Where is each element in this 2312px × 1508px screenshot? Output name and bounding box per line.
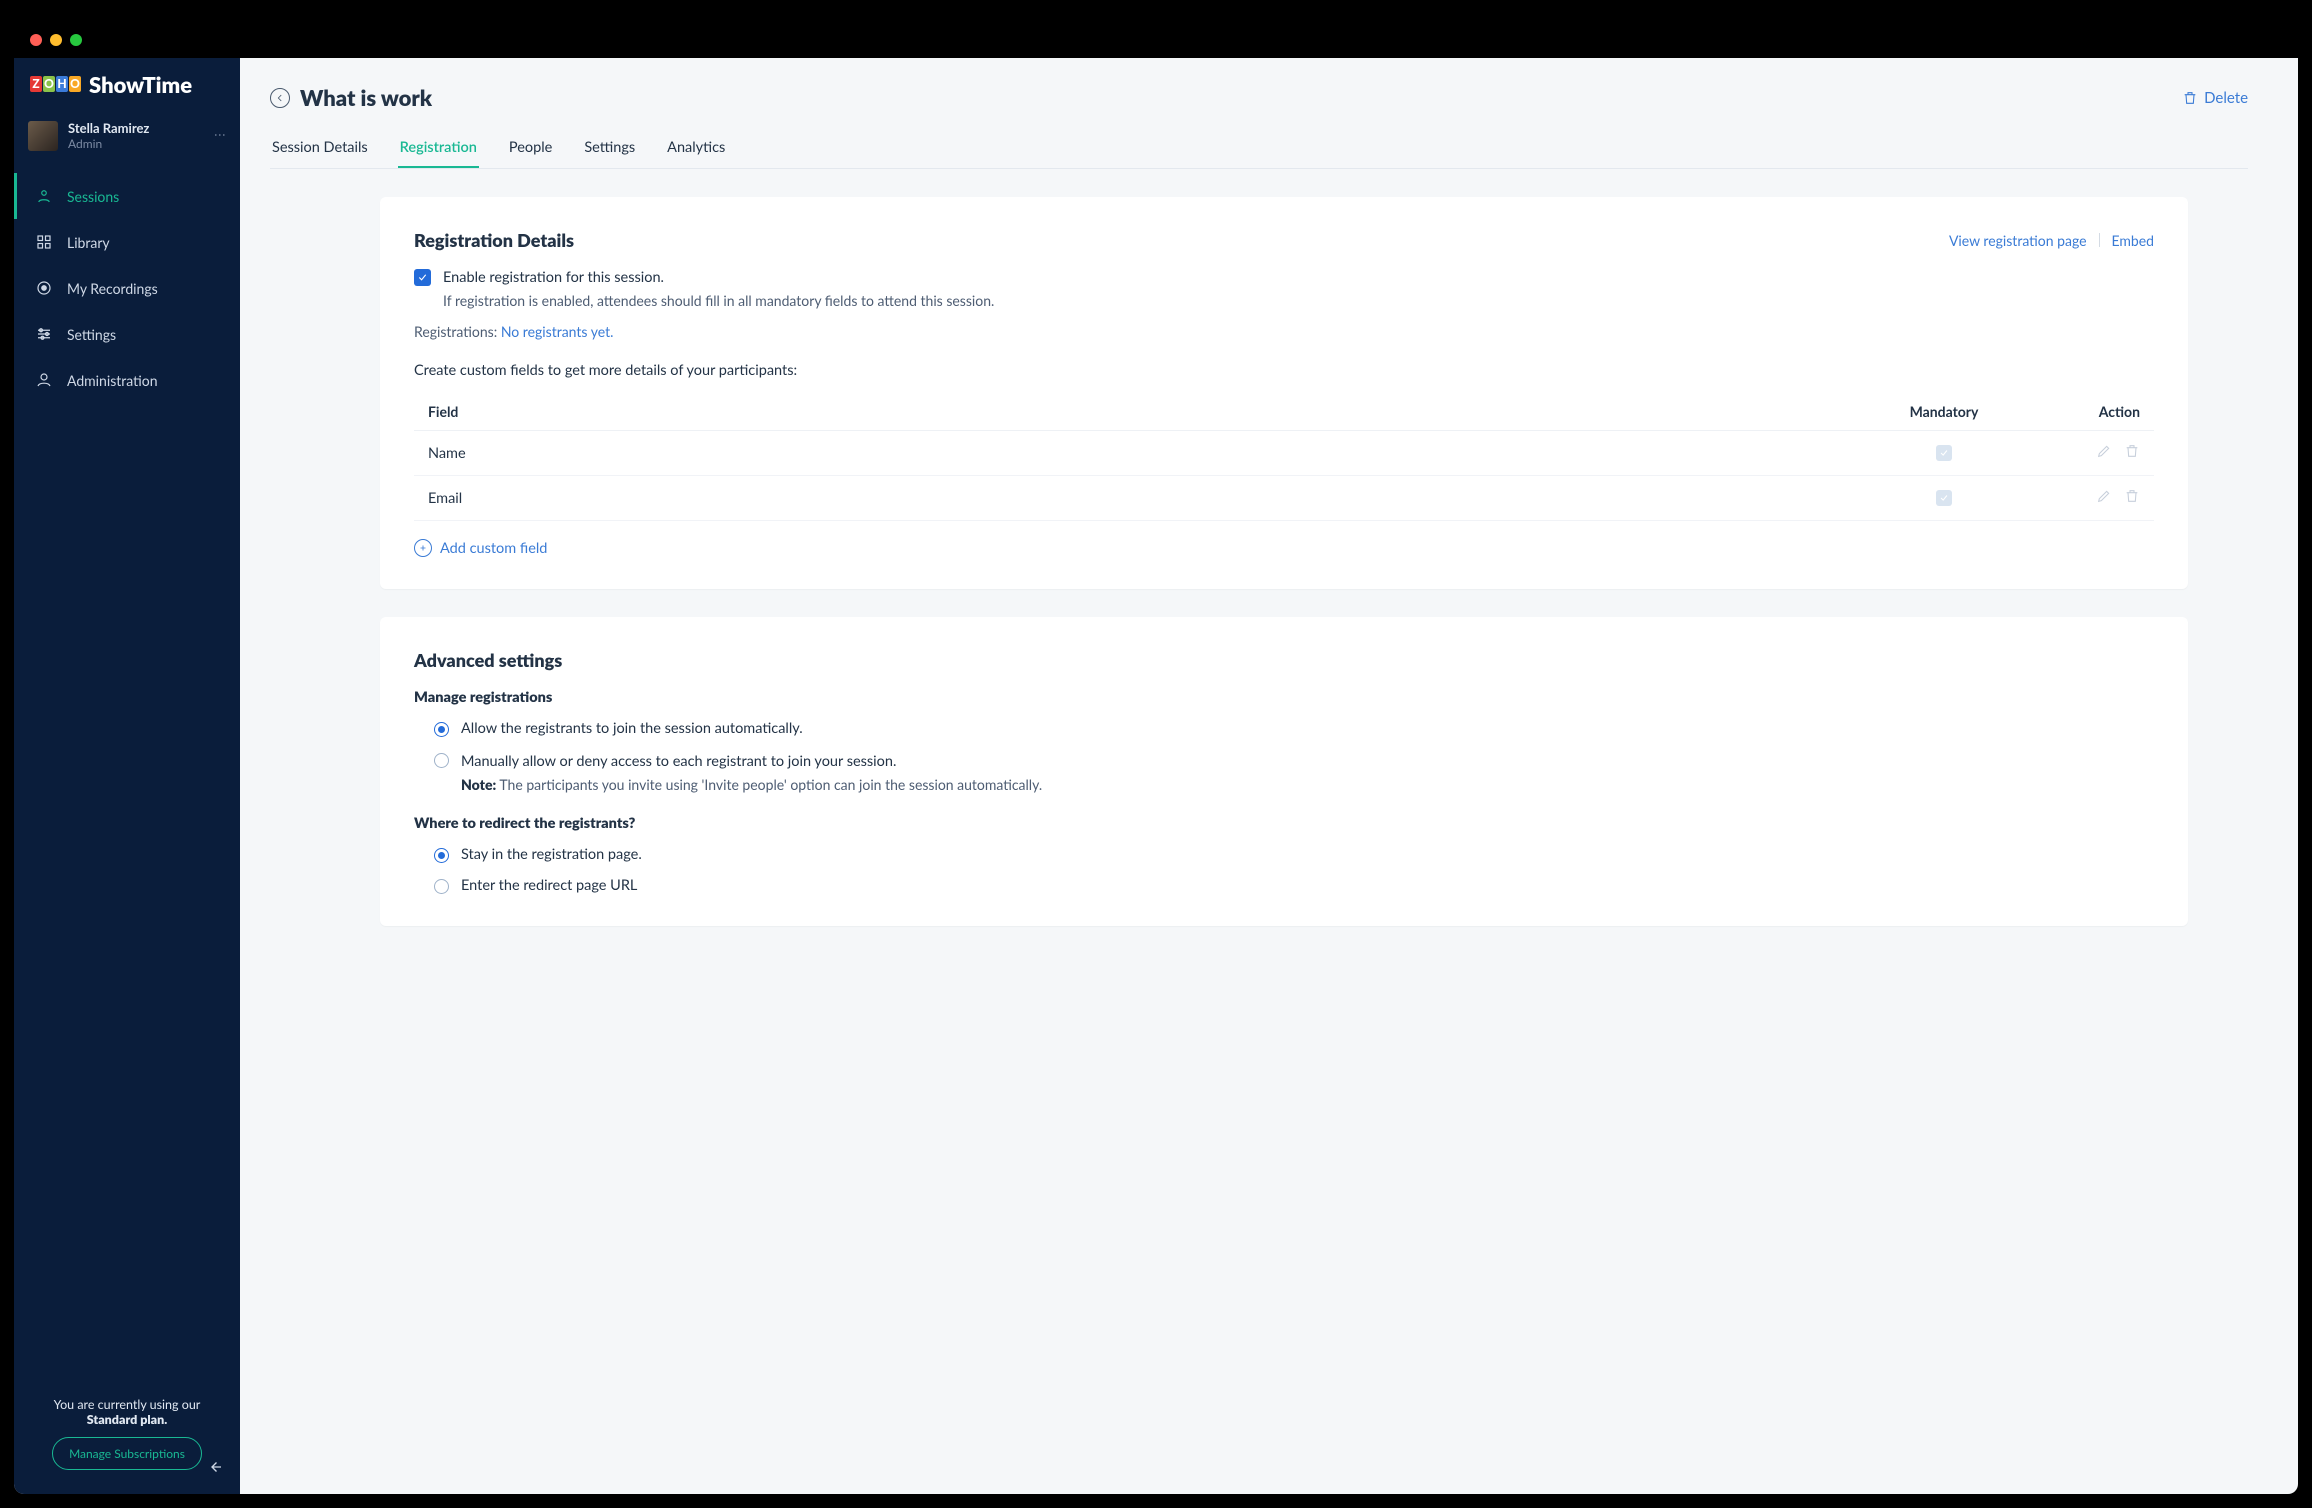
mandatory-checkbox[interactable] <box>1936 445 1952 461</box>
sidebar-item-label: Sessions <box>67 188 119 205</box>
manage-subscriptions-button[interactable]: Manage Subscriptions <box>52 1437 202 1470</box>
registrants-link[interactable]: No registrants yet. <box>501 323 614 340</box>
sliders-icon <box>35 325 53 343</box>
table-row: Email <box>414 476 2154 521</box>
pencil-icon <box>2096 488 2112 504</box>
tab-registration[interactable]: Registration <box>398 129 479 168</box>
advanced-heading: Advanced settings <box>414 649 2154 671</box>
table-row: Name <box>414 431 2154 476</box>
redirect-option-stay-radio[interactable] <box>434 848 449 863</box>
user-block[interactable]: Stella Ramirez Admin ⋮ <box>14 110 240 161</box>
redirect-option-url-label: Enter the redirect page URL <box>461 877 637 894</box>
plan-text-prefix: You are currently using our <box>54 1397 201 1412</box>
main-content: What is work Delete Session Details Regi… <box>240 58 2298 1494</box>
sidebar-item-sessions[interactable]: Sessions <box>14 173 240 219</box>
brand-name: ShowTime <box>89 71 192 98</box>
page-title-text: What is work <box>300 84 432 111</box>
sidebar-item-label: My Recordings <box>67 280 158 297</box>
field-name-cell: Name <box>414 431 1854 476</box>
registration-heading: Registration Details <box>414 229 574 251</box>
avatar <box>28 121 58 151</box>
trash-icon <box>2124 488 2140 504</box>
redirect-option-stay-label: Stay in the registration page. <box>461 846 642 863</box>
user-menu-icon[interactable]: ⋮ <box>213 129 228 143</box>
manage-registrations-heading: Manage registrations <box>414 689 2154 706</box>
sidebar-item-label: Administration <box>67 372 158 389</box>
sidebar-item-library[interactable]: Library <box>14 219 240 265</box>
redirect-heading: Where to redirect the registrants? <box>414 815 2154 832</box>
field-name-cell: Email <box>414 476 1854 521</box>
tabs: Session Details Registration People Sett… <box>270 129 2248 169</box>
redirect-option-url-radio[interactable] <box>434 879 449 894</box>
advanced-card: Advanced settings Manage registrations A… <box>380 617 2188 926</box>
check-icon <box>1939 448 1949 458</box>
sidebar: Z O H O ShowTime Stella Ramirez Admin ⋮ <box>14 58 240 1494</box>
manage-option-auto-radio[interactable] <box>434 722 449 737</box>
enable-registration-subtext: If registration is enabled, attendees sh… <box>443 292 2154 309</box>
user-role: Admin <box>68 136 149 151</box>
grid-icon <box>35 233 53 251</box>
edit-row-button[interactable] <box>2096 443 2112 463</box>
view-registration-link[interactable]: View registration page <box>1949 232 2087 249</box>
delete-button[interactable]: Delete <box>2182 89 2248 107</box>
sidebar-item-administration[interactable]: Administration <box>14 357 240 403</box>
trash-icon <box>2124 443 2140 459</box>
app-window: Z O H O ShowTime Stella Ramirez Admin ⋮ <box>14 22 2298 1494</box>
manage-note: Note: The participants you invite using … <box>461 776 1042 793</box>
nav-list: Sessions Library My Recordings Settings … <box>14 173 240 403</box>
custom-fields-table: Field Mandatory Action Name <box>414 393 2154 521</box>
col-action: Action <box>2034 393 2154 431</box>
sidebar-item-settings[interactable]: Settings <box>14 311 240 357</box>
tab-analytics[interactable]: Analytics <box>665 129 727 168</box>
sidebar-item-recordings[interactable]: My Recordings <box>14 265 240 311</box>
sidebar-item-label: Settings <box>67 326 116 343</box>
mandatory-checkbox[interactable] <box>1936 490 1952 506</box>
plus-circle-icon <box>414 539 432 557</box>
manage-option-manual-label: Manually allow or deny access to each re… <box>461 753 896 770</box>
sidebar-item-label: Library <box>67 234 110 251</box>
registrations-info: Registrations: No registrants yet. <box>414 323 2154 340</box>
check-icon <box>1939 493 1949 503</box>
custom-fields-intro: Create custom fields to get more details… <box>414 362 2154 379</box>
manage-option-auto-label: Allow the registrants to join the sessio… <box>461 720 803 737</box>
back-button[interactable] <box>270 88 290 108</box>
tab-people[interactable]: People <box>507 129 554 168</box>
edit-row-button[interactable] <box>2096 488 2112 508</box>
embed-link[interactable]: Embed <box>2112 232 2154 249</box>
minimize-window-icon[interactable] <box>50 34 62 46</box>
collapse-sidebar-icon[interactable] <box>206 1458 224 1480</box>
window-titlebar <box>14 22 2298 58</box>
plan-name: Standard plan. <box>87 1412 167 1427</box>
registration-card: Registration Details View registration p… <box>380 197 2188 589</box>
page-title: What is work <box>270 84 432 111</box>
users-icon <box>35 187 53 205</box>
enable-registration-checkbox[interactable] <box>414 269 431 286</box>
maximize-window-icon[interactable] <box>70 34 82 46</box>
check-icon <box>417 272 428 283</box>
tab-settings[interactable]: Settings <box>582 129 637 168</box>
delete-row-button[interactable] <box>2124 443 2140 463</box>
record-icon <box>35 279 53 297</box>
tab-session-details[interactable]: Session Details <box>270 129 370 168</box>
close-window-icon[interactable] <box>30 34 42 46</box>
col-mandatory: Mandatory <box>1854 393 2034 431</box>
pencil-icon <box>2096 443 2112 459</box>
person-icon <box>35 371 53 389</box>
trash-icon <box>2182 90 2198 106</box>
brand: Z O H O ShowTime <box>14 58 240 110</box>
manage-option-manual-radio[interactable] <box>434 753 449 768</box>
enable-registration-label: Enable registration for this session. <box>443 269 664 286</box>
user-name: Stella Ramirez <box>68 120 149 136</box>
delete-row-button[interactable] <box>2124 488 2140 508</box>
separator <box>2099 233 2100 247</box>
brand-logo-icon: Z O H O <box>30 76 81 92</box>
col-field: Field <box>414 393 1854 431</box>
add-custom-field-button[interactable]: Add custom field <box>414 539 547 557</box>
